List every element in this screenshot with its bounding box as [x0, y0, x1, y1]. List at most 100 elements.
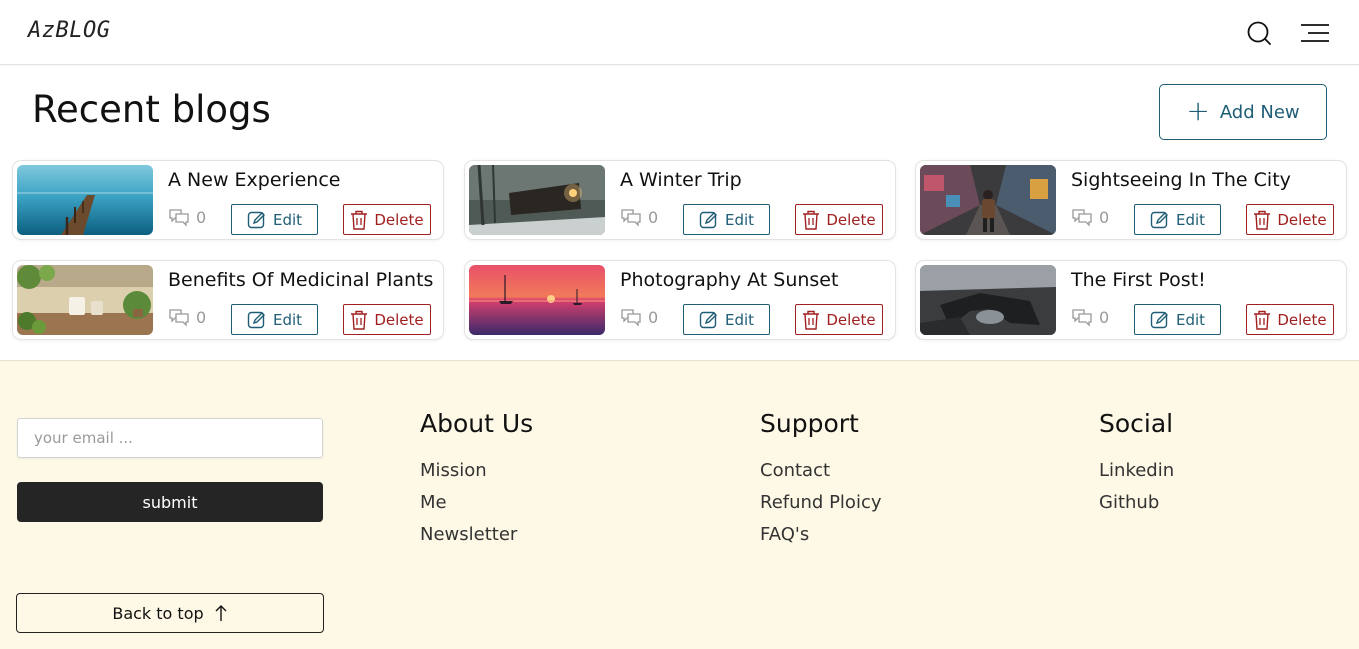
- footer-column-social: Social Linkedin Github: [1099, 409, 1174, 524]
- add-new-label: Add New: [1219, 101, 1300, 123]
- edit-label: Edit: [724, 210, 755, 229]
- footer-link-faq[interactable]: FAQ's: [760, 524, 882, 556]
- footer-link-newsletter[interactable]: Newsletter: [420, 524, 533, 556]
- back-to-top-label: Back to top: [112, 603, 204, 623]
- comments-icon: [1072, 309, 1092, 327]
- comment-count-value: 0: [196, 307, 207, 327]
- edit-icon: [699, 311, 717, 328]
- page-title: Recent blogs: [32, 88, 271, 131]
- comment-count[interactable]: 0: [620, 307, 658, 327]
- blog-card: Sightseeing In The City 0 Edit Delete: [915, 160, 1347, 240]
- trash-icon: [1254, 310, 1271, 330]
- comment-count[interactable]: 0: [168, 207, 206, 227]
- search-icon[interactable]: [1246, 20, 1272, 46]
- delete-label: Delete: [1277, 210, 1327, 229]
- trash-icon: [803, 310, 820, 330]
- edit-label: Edit: [1175, 310, 1206, 329]
- comment-count-value: 0: [1099, 307, 1110, 327]
- comments-icon: [621, 309, 641, 327]
- comments-icon: [1072, 209, 1092, 227]
- blog-card: A Winter Trip 0 Edit Delete: [464, 160, 896, 240]
- delete-button[interactable]: Delete: [343, 204, 431, 235]
- edit-icon: [699, 211, 717, 228]
- blog-card: Benefits Of Medicinal Plants 0 Edit Dele…: [12, 260, 444, 340]
- edit-icon: [1150, 211, 1168, 228]
- site-logo[interactable]: AzBLOG: [28, 18, 110, 43]
- footer-column-support: Support Contact Refund Ploicy FAQ's: [760, 409, 882, 556]
- comments-icon: [621, 209, 641, 227]
- pier-lake-image[interactable]: [17, 165, 153, 235]
- trash-icon: [1254, 210, 1271, 230]
- comment-count[interactable]: 0: [1071, 307, 1109, 327]
- delete-button[interactable]: Delete: [343, 304, 431, 335]
- footer-link-mission[interactable]: Mission: [420, 460, 533, 492]
- comments-icon: [169, 209, 189, 227]
- blog-title[interactable]: Photography At Sunset: [620, 269, 838, 291]
- email-input[interactable]: [17, 418, 323, 458]
- footer-heading: Support: [760, 409, 859, 438]
- footer-link-refund[interactable]: Refund Ploicy: [760, 492, 882, 524]
- menu-icon[interactable]: [1300, 21, 1330, 45]
- edit-label: Edit: [272, 210, 303, 229]
- edit-button[interactable]: Edit: [1134, 304, 1221, 335]
- back-to-top-button[interactable]: Back to top: [16, 593, 324, 633]
- comment-count-value: 0: [1099, 207, 1110, 227]
- submit-button[interactable]: submit: [17, 482, 323, 522]
- trash-icon: [803, 210, 820, 230]
- footer-link-github[interactable]: Github: [1099, 492, 1174, 524]
- delete-button[interactable]: Delete: [1246, 304, 1334, 335]
- comment-count-value: 0: [648, 207, 659, 227]
- blog-title[interactable]: The First Post!: [1071, 269, 1206, 291]
- edit-button[interactable]: Edit: [683, 204, 770, 235]
- edit-button[interactable]: Edit: [231, 304, 318, 335]
- delete-label: Delete: [374, 210, 424, 229]
- snowy-train-image[interactable]: [469, 165, 605, 235]
- comment-count[interactable]: 0: [620, 207, 658, 227]
- footer-link-contact[interactable]: Contact: [760, 460, 882, 492]
- delete-button[interactable]: Delete: [1246, 204, 1334, 235]
- delete-button[interactable]: Delete: [795, 304, 883, 335]
- blog-title[interactable]: Benefits Of Medicinal Plants: [168, 269, 433, 291]
- footer-link-me[interactable]: Me: [420, 492, 533, 524]
- blog-title[interactable]: A New Experience: [168, 169, 340, 191]
- delete-label: Delete: [826, 310, 876, 329]
- delete-button[interactable]: Delete: [795, 204, 883, 235]
- graffiti-alley-image[interactable]: [920, 165, 1056, 235]
- top-navbar: AzBLOG: [0, 0, 1359, 65]
- edit-label: Edit: [724, 310, 755, 329]
- edit-icon: [1150, 311, 1168, 328]
- edit-button[interactable]: Edit: [1134, 204, 1221, 235]
- edit-icon: [247, 311, 265, 328]
- comment-count-value: 0: [648, 307, 659, 327]
- delete-label: Delete: [374, 310, 424, 329]
- arrow-up-icon: [215, 605, 227, 621]
- sunset-boats-image[interactable]: [469, 265, 605, 335]
- footer-column-about: About Us Mission Me Newsletter: [420, 409, 533, 556]
- plants-table-image[interactable]: [17, 265, 153, 335]
- delete-label: Delete: [1277, 310, 1327, 329]
- comments-icon: [169, 309, 189, 327]
- footer-heading: About Us: [420, 409, 534, 438]
- blog-title[interactable]: Sightseeing In The City: [1071, 169, 1291, 191]
- footer-link-linkedin[interactable]: Linkedin: [1099, 460, 1174, 492]
- blog-title[interactable]: A Winter Trip: [620, 169, 742, 191]
- plus-icon: +: [1186, 93, 1210, 127]
- footer: submit Back to top About Us Mission Me N…: [0, 360, 1359, 649]
- blog-card: A New Experience 0 Edit Delete: [12, 160, 444, 240]
- add-new-button[interactable]: + Add New: [1159, 84, 1327, 140]
- edit-label: Edit: [1175, 210, 1206, 229]
- trash-icon: [351, 310, 368, 330]
- comment-count[interactable]: 0: [168, 307, 206, 327]
- comment-count-value: 0: [196, 207, 207, 227]
- blog-card: Photography At Sunset 0 Edit Delete: [464, 260, 896, 340]
- delete-label: Delete: [826, 210, 876, 229]
- edit-button[interactable]: Edit: [231, 204, 318, 235]
- comment-count[interactable]: 0: [1071, 207, 1109, 227]
- rock-arch-image[interactable]: [920, 265, 1056, 335]
- edit-button[interactable]: Edit: [683, 304, 770, 335]
- blog-card: The First Post! 0 Edit Delete: [915, 260, 1347, 340]
- footer-heading: Social: [1099, 409, 1174, 438]
- trash-icon: [351, 210, 368, 230]
- edit-icon: [247, 211, 265, 228]
- edit-label: Edit: [272, 310, 303, 329]
